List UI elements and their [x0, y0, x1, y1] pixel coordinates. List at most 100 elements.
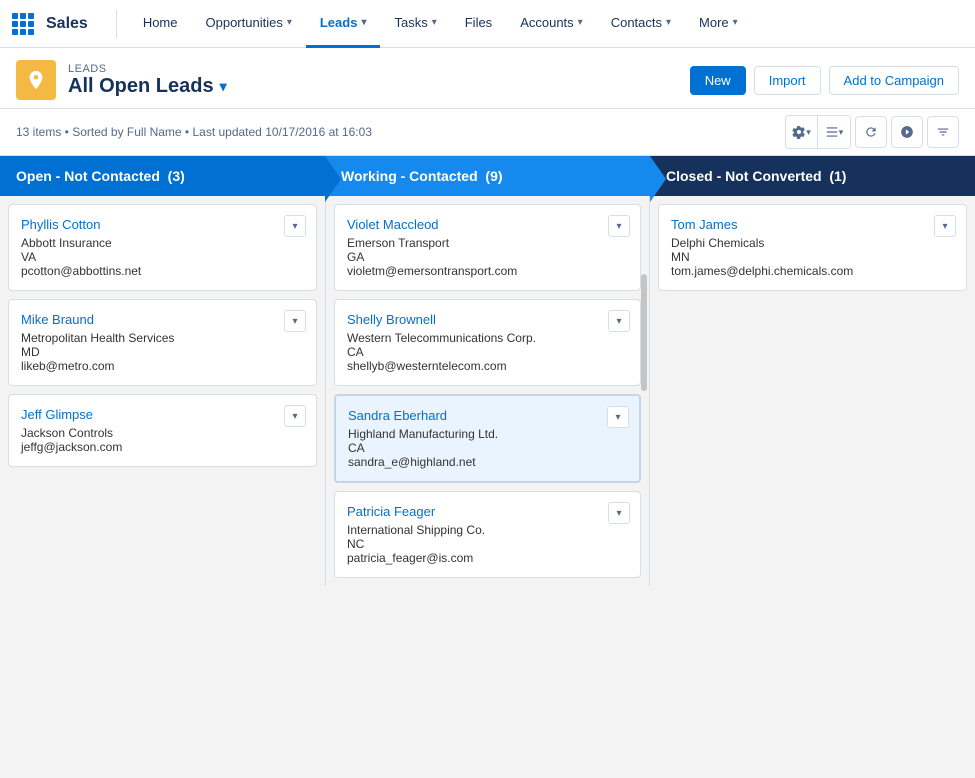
column-count-closed: (1) [829, 168, 846, 184]
card-jeff-glimpse: ▾ Jeff Glimpse Jackson Controls jeffg@ja… [8, 394, 317, 467]
lead-state-patricia: NC [347, 537, 628, 551]
card-dropdown-mike[interactable]: ▾ [284, 310, 306, 332]
nav-item-tasks[interactable]: Tasks ▾ [380, 0, 450, 48]
column-working-contacted: Working - Contacted (9) ▾ Violet Maccleo… [325, 156, 650, 586]
card-mike-braund: ▾ Mike Braund Metropolitan Health Servic… [8, 299, 317, 386]
nav-item-more[interactable]: More ▾ [685, 0, 752, 48]
card-dropdown-patricia[interactable]: ▾ [608, 502, 630, 524]
page-header: LEADS All Open Leads ▾ New Import Add to… [0, 48, 975, 109]
lead-email-tom: tom.james@delphi.chemicals.com [671, 264, 954, 278]
chevron-down-icon: ▾ [287, 17, 292, 28]
kanban-board: Open - Not Contacted (3) ▾ Phyllis Cotto… [0, 156, 975, 586]
import-button[interactable]: Import [754, 66, 821, 95]
list-toolbar: 13 items • Sorted by Full Name • Last up… [0, 109, 975, 156]
nav-item-files[interactable]: Files [451, 0, 506, 48]
card-dropdown-shelly[interactable]: ▾ [608, 310, 630, 332]
chevron-down-icon: ▾ [361, 17, 366, 28]
column-header-closed: Closed - Not Converted (1) [650, 156, 975, 196]
card-tom-james: ▾ Tom James Delphi Chemicals MN tom.jame… [658, 204, 967, 291]
lead-company-violet: Emerson Transport [347, 236, 628, 250]
refresh-button[interactable] [855, 116, 887, 148]
column-label-closed: Closed - Not Converted [666, 168, 829, 184]
lead-email-patricia: patricia_feager@is.com [347, 551, 628, 565]
nav-item-accounts[interactable]: Accounts ▾ [506, 0, 597, 48]
toolbar-tools: ▾ ▾ [785, 115, 959, 149]
add-to-campaign-button[interactable]: Add to Campaign [829, 66, 959, 95]
settings-button[interactable]: ▾ [786, 116, 818, 148]
header-actions: New Import Add to Campaign [690, 66, 959, 95]
lead-state-phyllis: VA [21, 250, 304, 264]
card-dropdown-sandra[interactable]: ▾ [607, 406, 629, 428]
app-name: Sales [46, 15, 88, 33]
nav-item-opportunities[interactable]: Opportunities ▾ [192, 0, 306, 48]
title-dropdown-icon[interactable]: ▾ [220, 78, 227, 95]
card-sandra-eberhard: ▾ Sandra Eberhard Highland Manufacturing… [334, 394, 641, 483]
header-title-group: LEADS All Open Leads ▾ [68, 63, 227, 98]
header-left: LEADS All Open Leads ▾ [16, 60, 227, 100]
lead-email-shelly: shellyb@westerntelecom.com [347, 359, 628, 373]
card-dropdown-tom[interactable]: ▾ [934, 215, 956, 237]
column-open-not-contacted: Open - Not Contacted (3) ▾ Phyllis Cotto… [0, 156, 325, 586]
lead-company-sandra: Highland Manufacturing Ltd. [348, 427, 627, 441]
columns-button[interactable]: ▾ [818, 116, 850, 148]
nav-item-home[interactable]: Home [129, 0, 192, 48]
nav-item-leads[interactable]: Leads ▾ [306, 0, 381, 48]
card-patricia-feager: ▾ Patricia Feager International Shipping… [334, 491, 641, 578]
card-violet-maccleod: ▾ Violet Maccleod Emerson Transport GA v… [334, 204, 641, 291]
card-dropdown-jeff[interactable]: ▾ [284, 405, 306, 427]
columns-chevron: ▾ [839, 127, 844, 138]
cards-working: ▾ Violet Maccleod Emerson Transport GA v… [325, 196, 650, 586]
top-navigation: Sales Home Opportunities ▾ Leads ▾ Tasks… [0, 0, 975, 48]
card-shelly-brownell: ▾ Shelly Brownell Western Telecommunicat… [334, 299, 641, 386]
column-header-open: Open - Not Contacted (3) [0, 156, 325, 196]
lead-company-tom: Delphi Chemicals [671, 236, 954, 250]
chevron-down-icon: ▾ [666, 17, 671, 28]
grid-icon [12, 13, 34, 35]
breadcrumb: LEADS [68, 63, 227, 75]
lead-email-sandra: sandra_e@highland.net [348, 455, 627, 469]
cards-closed: ▾ Tom James Delphi Chemicals MN tom.jame… [650, 196, 975, 586]
lead-name-sandra[interactable]: Sandra Eberhard [348, 408, 627, 423]
lead-name-jeff[interactable]: Jeff Glimpse [21, 407, 304, 422]
lead-company-shelly: Western Telecommunications Corp. [347, 331, 628, 345]
lead-name-patricia[interactable]: Patricia Feager [347, 504, 628, 519]
lead-state-mike: MD [21, 345, 304, 359]
cards-open: ▾ Phyllis Cotton Abbott Insurance VA pco… [0, 196, 325, 586]
lead-email-violet: violetm@emersontransport.com [347, 264, 628, 278]
settings-chevron: ▾ [806, 127, 811, 138]
filter-button[interactable] [927, 116, 959, 148]
lead-company-mike: Metropolitan Health Services [21, 331, 304, 345]
lead-state-tom: MN [671, 250, 954, 264]
lead-name-tom[interactable]: Tom James [671, 217, 954, 232]
lead-name-shelly[interactable]: Shelly Brownell [347, 312, 628, 327]
lead-name-violet[interactable]: Violet Maccleod [347, 217, 628, 232]
lead-company-patricia: International Shipping Co. [347, 523, 628, 537]
card-dropdown-phyllis[interactable]: ▾ [284, 215, 306, 237]
lead-email-jeff: jeffg@jackson.com [21, 440, 304, 454]
list-info: 13 items • Sorted by Full Name • Last up… [16, 125, 372, 139]
column-label-open: Open - Not Contacted [16, 168, 168, 184]
lead-company-jeff: Jackson Controls [21, 426, 304, 440]
card-dropdown-violet[interactable]: ▾ [608, 215, 630, 237]
nav-item-contacts[interactable]: Contacts ▾ [597, 0, 685, 48]
nav-items-list: Home Opportunities ▾ Leads ▾ Tasks ▾ Fil… [129, 0, 963, 48]
card-phyllis-cotton: ▾ Phyllis Cotton Abbott Insurance VA pco… [8, 204, 317, 291]
lead-state-violet: GA [347, 250, 628, 264]
column-count-open: (3) [168, 168, 185, 184]
app-logo: Sales [12, 13, 88, 35]
leads-icon [16, 60, 56, 100]
lead-email-mike: likeb@metro.com [21, 359, 304, 373]
lead-name-phyllis[interactable]: Phyllis Cotton [21, 217, 304, 232]
chevron-down-icon: ▾ [578, 17, 583, 28]
scrollbar[interactable] [641, 274, 647, 391]
new-button[interactable]: New [690, 66, 746, 95]
column-closed-not-converted: Closed - Not Converted (1) ▾ Tom James D… [650, 156, 975, 586]
column-arrow-working [650, 156, 666, 202]
kanban-columns: Open - Not Contacted (3) ▾ Phyllis Cotto… [0, 156, 975, 586]
lead-state-sandra: CA [348, 441, 627, 455]
chart-button[interactable] [891, 116, 923, 148]
lead-name-mike[interactable]: Mike Braund [21, 312, 304, 327]
chevron-down-icon: ▾ [432, 17, 437, 28]
column-header-working: Working - Contacted (9) [325, 156, 650, 196]
page-title: All Open Leads ▾ [68, 75, 227, 98]
